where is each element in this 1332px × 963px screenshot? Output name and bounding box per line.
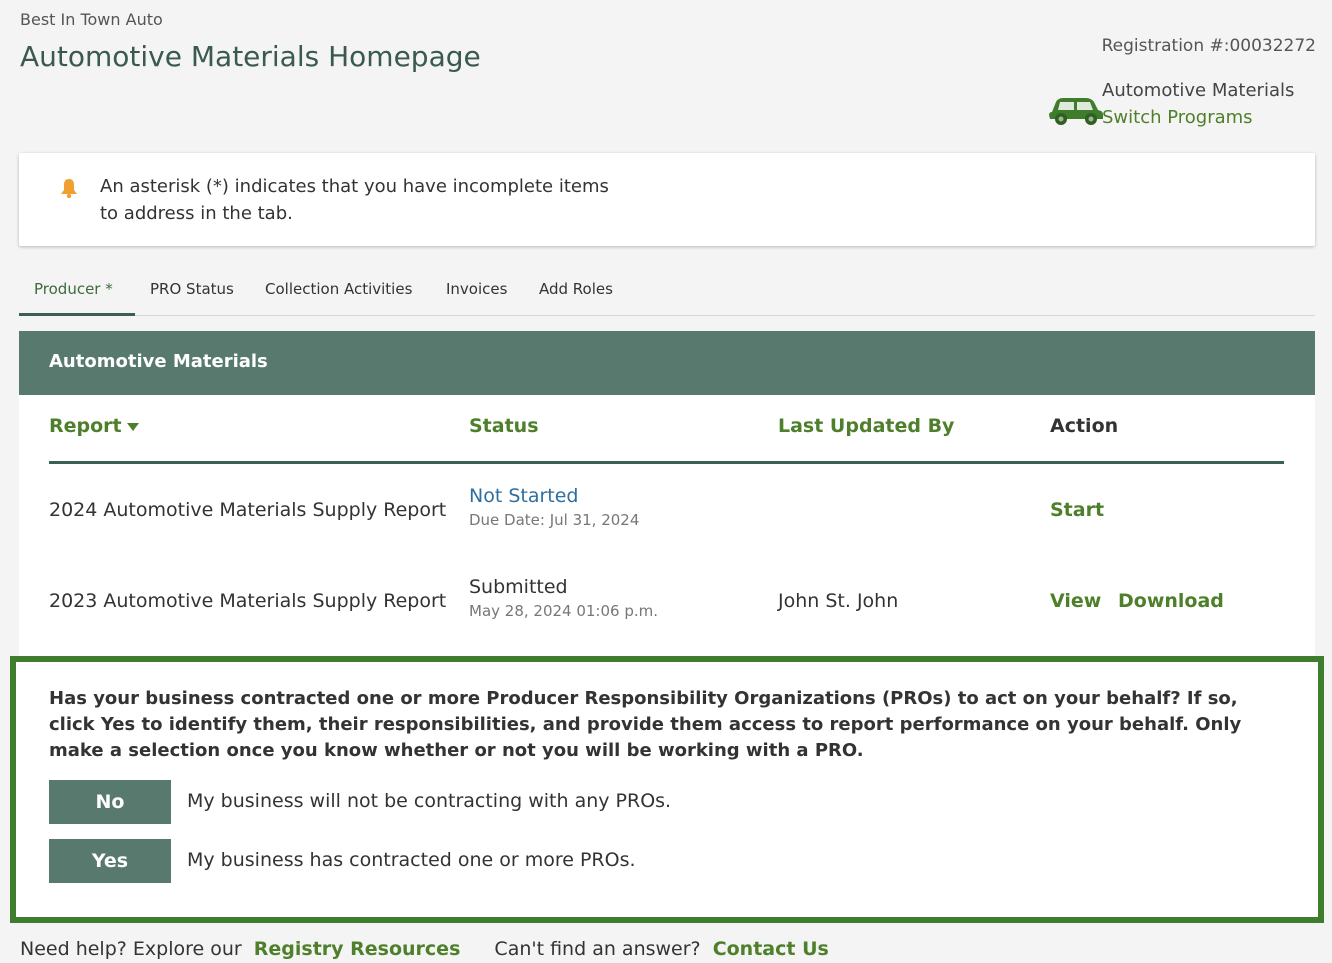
notice-text: An asterisk (*) indicates that you have … — [100, 176, 609, 224]
help-middle: Can't find an answer? — [494, 938, 701, 960]
tab-bar: Producer * PRO Status Collection Activit… — [19, 270, 1315, 316]
incomplete-notice: An asterisk (*) indicates that you have … — [19, 153, 1315, 246]
contact-us-link[interactable]: Contact Us — [713, 938, 829, 960]
tab-add-roles[interactable]: Add Roles — [539, 280, 613, 316]
registration-number: Registration #:00032272 — [1101, 36, 1316, 56]
row-2-last-updated-by: John St. John — [778, 590, 899, 612]
row-1-due-date: Due Date: Jul 31, 2024 — [469, 511, 640, 529]
column-header-last-updated-by[interactable]: Last Updated By — [778, 415, 954, 437]
panel-title: Automotive Materials — [49, 351, 268, 372]
page: Best In Town Auto Automotive Materials H… — [0, 0, 1332, 963]
column-header-status[interactable]: Status — [469, 415, 539, 437]
row-1-start-link[interactable]: Start — [1050, 499, 1104, 521]
tab-collection-activities[interactable]: Collection Activities — [265, 280, 412, 316]
row-2-status-label: Submitted — [469, 576, 568, 598]
car-icon — [1049, 98, 1103, 125]
column-header-report-label: Report — [49, 415, 122, 437]
yes-description: My business has contracted one or more P… — [187, 849, 636, 871]
column-header-action: Action — [1050, 415, 1119, 437]
row-2-status: Submitted May 28, 2024 01:06 p.m. — [469, 576, 658, 620]
panel-header: Automotive Materials — [19, 331, 1315, 395]
program-switcher: Automotive Materials Switch Programs — [1046, 80, 1316, 136]
org-name: Best In Town Auto — [20, 10, 163, 29]
column-header-report[interactable]: Report — [49, 415, 139, 437]
bell-icon — [61, 179, 77, 199]
row-1-status-label: Not Started — [469, 485, 579, 507]
row-1-status: Not Started Due Date: Jul 31, 2024 — [469, 485, 639, 529]
row-1-report: 2024 Automotive Materials Supply Report — [49, 499, 447, 521]
pro-question-box: Has your business contracted one or more… — [10, 656, 1324, 923]
switch-programs-link[interactable]: Switch Programs — [1102, 107, 1253, 128]
registry-resources-link[interactable]: Registry Resources — [254, 938, 461, 960]
row-2-download-link[interactable]: Download — [1118, 590, 1224, 612]
tab-invoices[interactable]: Invoices — [446, 280, 507, 316]
no-description: My business will not be contracting with… — [187, 790, 672, 812]
header-divider — [49, 461, 1284, 464]
row-2-report: 2023 Automotive Materials Supply Report — [49, 590, 447, 612]
no-button[interactable]: No — [49, 780, 171, 824]
tab-producer[interactable]: Producer * — [19, 280, 135, 316]
program-name: Automotive Materials — [1102, 80, 1295, 101]
help-footer: Need help? Explore our Registry Resource… — [20, 938, 829, 960]
page-title: Automotive Materials Homepage — [20, 40, 481, 73]
row-2-view-link[interactable]: View — [1050, 590, 1101, 612]
pro-question-text: Has your business contracted one or more… — [49, 688, 1242, 761]
tab-pro-status[interactable]: PRO Status — [150, 280, 234, 316]
help-prefix: Need help? Explore our — [20, 938, 242, 960]
yes-button[interactable]: Yes — [49, 839, 171, 883]
sort-down-icon — [126, 422, 139, 431]
reports-panel: Automotive Materials Report Status Last … — [19, 331, 1315, 656]
row-2-submitted-date: May 28, 2024 01:06 p.m. — [469, 602, 659, 620]
